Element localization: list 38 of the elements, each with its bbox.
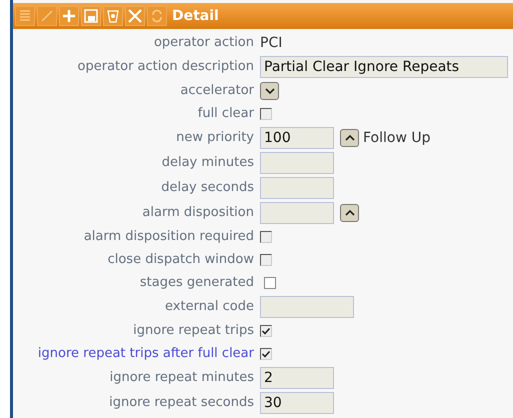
dropdown-button[interactable] [260, 82, 279, 100]
caret-up-icon [344, 134, 354, 142]
input-field[interactable] [260, 176, 334, 198]
field-label: new priority [175, 130, 255, 145]
caret-down-icon [264, 86, 274, 94]
input-field[interactable]: Partial Clear Ignore Repeats [260, 56, 508, 78]
field-label: ignore repeat trips after full clear [36, 346, 255, 361]
field-label: operator action description [76, 59, 255, 74]
caret-up-icon [344, 208, 354, 216]
input-field[interactable]: 2 [260, 366, 334, 388]
field-label: ignore repeat minutes [108, 370, 255, 385]
input-field[interactable] [260, 152, 334, 174]
lookup-value: Follow Up [363, 130, 430, 146]
input-field[interactable] [260, 296, 354, 318]
input-field[interactable] [260, 202, 334, 224]
field-label: full clear [196, 106, 255, 121]
field-value: PCI [260, 34, 282, 50]
close-icon[interactable] [125, 6, 145, 26]
add-icon[interactable] [59, 6, 79, 26]
field-label: accelerator [179, 83, 255, 98]
field-label: alarm disposition [141, 205, 255, 220]
field-label: stages generated [138, 275, 255, 290]
panel-title: Detail [172, 8, 219, 24]
lookup-button[interactable] [340, 204, 359, 222]
field-label: alarm disposition required [82, 229, 255, 244]
input-field[interactable]: 100 [260, 126, 334, 148]
input-field[interactable]: 30 [260, 392, 334, 414]
field-label: close dispatch window [106, 252, 255, 267]
field-label: ignore repeat seconds [108, 395, 255, 410]
field-label: ignore repeat trips [132, 323, 255, 338]
trash-icon[interactable] [103, 6, 123, 26]
field-label: delay minutes [160, 155, 255, 170]
field-label: operator action [152, 35, 255, 50]
save-icon[interactable] [81, 6, 101, 26]
field-label: external code [164, 299, 255, 314]
checkbox[interactable] [264, 276, 276, 288]
field-label: delay seconds [160, 180, 255, 195]
lookup-button[interactable] [340, 128, 359, 146]
